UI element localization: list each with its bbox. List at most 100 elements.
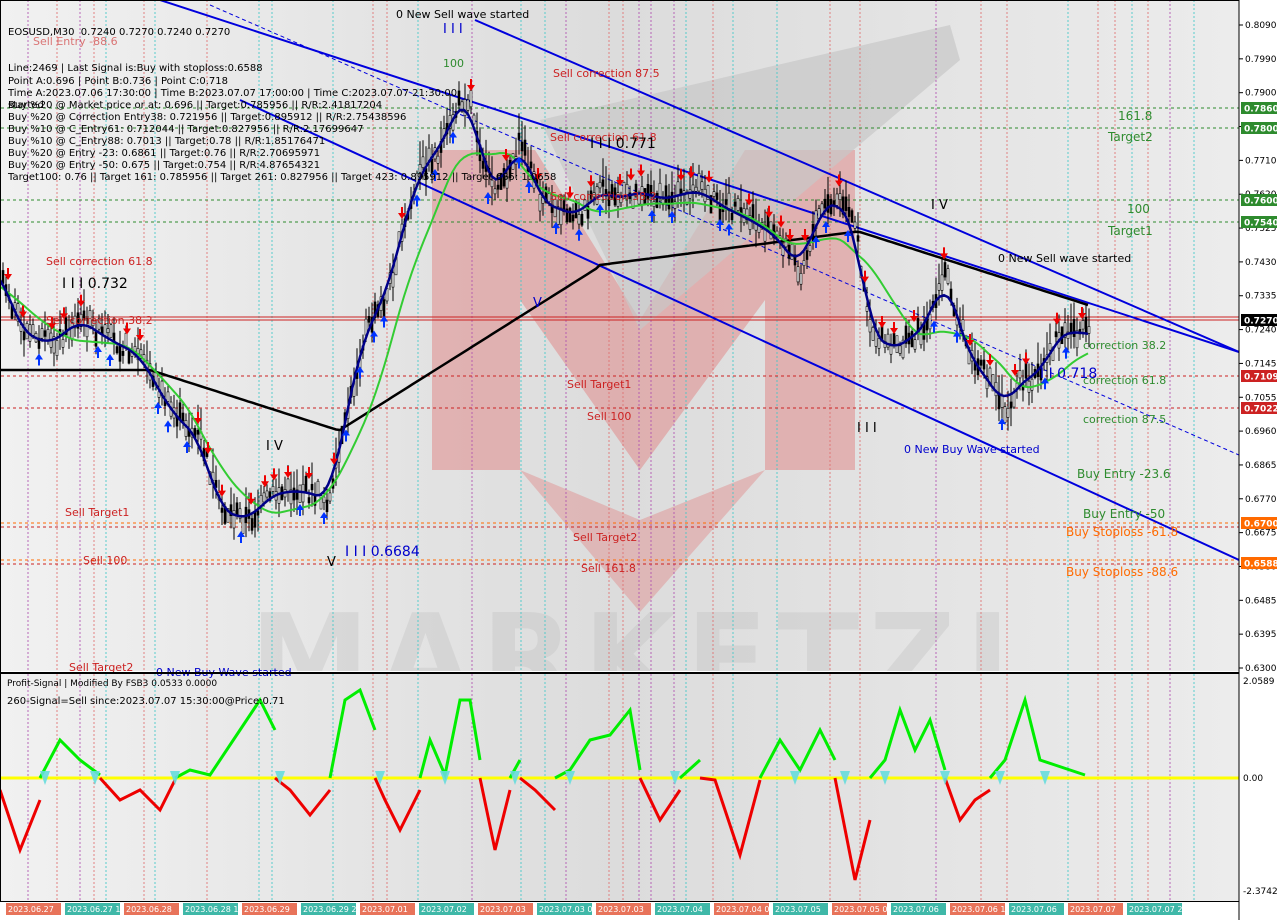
- time-label: 2023.07.06: [893, 905, 939, 914]
- candle-body: [982, 359, 986, 370]
- candle-body: [382, 299, 386, 317]
- info-line: Buy %20 @ Entry -50: 0.675 || Target:0.7…: [8, 160, 321, 172]
- buy-stoploss-618-label: Buy Stoploss -61.8: [1066, 525, 1178, 539]
- candle-body: [232, 510, 236, 529]
- oscillator-title: Profit-Signal | Modified By FSB3 0.0533 …: [7, 679, 217, 689]
- candle-body: [241, 515, 245, 534]
- candle-body: [802, 260, 806, 266]
- candle-body: [571, 214, 575, 222]
- target2-label: Target2: [1107, 130, 1153, 144]
- candle-body: [322, 496, 326, 503]
- price-badge-label: 0.7109: [1244, 373, 1279, 383]
- candle-body: [898, 345, 902, 354]
- target-1618-label: 161.8: [1118, 109, 1152, 123]
- candle-body: [850, 210, 854, 223]
- candle-body: [496, 184, 500, 190]
- osc-tick-label: -2.3742: [1243, 887, 1278, 897]
- info-line: Line:2469 | Last Signal is:Buy with stop…: [8, 63, 263, 75]
- osc-tick-label: 2.0589: [1243, 677, 1275, 687]
- candle-body: [715, 192, 719, 200]
- wave-label-06684: I I I 0.6684: [345, 544, 420, 560]
- wave-label-0732: I I I 0.732: [62, 276, 128, 292]
- candle-body: [121, 351, 125, 356]
- label-v-mid: V: [533, 296, 542, 311]
- candle-body: [265, 490, 269, 498]
- candle-body: [1, 270, 5, 284]
- candle-body: [46, 328, 50, 342]
- candle-body: [697, 172, 701, 192]
- candle-body: [790, 243, 794, 260]
- time-label: 2023.07.07 23:00: [1129, 905, 1200, 914]
- candle-body: [844, 196, 848, 211]
- candle-body: [805, 250, 809, 260]
- price-badge-label: 0.7540: [1244, 219, 1279, 229]
- candle-body: [865, 306, 869, 312]
- candle-body: [304, 475, 308, 492]
- candle-body: [808, 245, 812, 252]
- sell-correction-382-top-label: Sell correction 38.2: [550, 190, 657, 203]
- candle-body: [1048, 343, 1052, 351]
- candle-body: [736, 198, 740, 211]
- info-line: Buy %20 @ Entry -23: 0.6861 || Target:0.…: [8, 148, 321, 160]
- candle-body: [694, 186, 698, 192]
- price-badge-label: 0.7270: [1244, 317, 1279, 327]
- candle-body: [946, 268, 950, 284]
- osc-tick-label: 0.00: [1243, 774, 1263, 784]
- candle-body: [1000, 394, 1004, 408]
- candle-body: [679, 188, 683, 195]
- candle-body: [262, 492, 266, 503]
- candle-body: [871, 327, 875, 341]
- candle-body: [31, 324, 35, 336]
- candle-body: [1084, 317, 1088, 333]
- candle-body: [838, 193, 842, 200]
- time-axis[interactable]: 2023.06.27 2023.06.27 17:002023.06.28 2023…: [6, 903, 1200, 915]
- buy-stoploss-886-label: Buy Stoploss -88.6: [1066, 565, 1178, 579]
- correction-875-label: correction 87.5: [1083, 413, 1166, 426]
- buy-wave-right-label: 0 New Buy Wave started: [904, 443, 1040, 456]
- wave-label-0771: I I I 0.771: [590, 136, 656, 152]
- sell-correction-382-left-label: Sell correction 38.2: [46, 314, 153, 327]
- candle-body: [796, 266, 800, 283]
- price-axis[interactable]: 0.80900.79900.79000.78050.77100.76200.75…: [1238, 0, 1280, 920]
- correction-382-label: correction 38.2: [1083, 339, 1166, 352]
- time-label: 2023.07.05: [775, 905, 821, 914]
- candle-body: [115, 346, 119, 354]
- correction-618-label: correction 61.8: [1083, 374, 1166, 387]
- price-tick-label: 0.7710: [1245, 156, 1277, 166]
- price-tick-label: 0.6485: [1245, 596, 1277, 606]
- candle-body: [676, 181, 680, 196]
- price-tick-label: 0.6675: [1245, 529, 1277, 539]
- label-iii-right: I I I: [857, 421, 877, 436]
- candle-body: [700, 181, 704, 190]
- label-iv-left: I V: [266, 439, 283, 454]
- price-tick-label: 0.6300: [1245, 664, 1277, 674]
- price-badge-label: 0.7800: [1244, 125, 1279, 135]
- label-v-left: V: [327, 555, 336, 570]
- oscillator-signal-text: 260-Signal=Sell since:2023.07.07 15:30:0…: [7, 696, 285, 707]
- candle-body: [367, 316, 371, 323]
- time-label: 2023.07.07: [1070, 905, 1116, 914]
- info-panel: EOSUSD,M30 0.7240 0.7270 0.7240 0.7270 L…: [8, 3, 556, 183]
- price-badge-label: 0.7860: [1244, 105, 1279, 115]
- candle-body: [286, 478, 290, 493]
- candle-body: [979, 359, 983, 366]
- candle-body: [298, 484, 302, 504]
- candle-body: [1087, 326, 1091, 334]
- sell-100-left-label: Sell 100: [83, 554, 127, 567]
- candle-body: [919, 328, 923, 346]
- buy-entry-236-label: Buy Entry -23.6: [1077, 467, 1171, 481]
- symbol-line: EOSUSD,M30 0.7240 0.7270 0.7240 0.7270: [8, 27, 231, 39]
- price-badge-label: 0.7600: [1244, 197, 1279, 207]
- price-tick-label: 0.7900: [1245, 89, 1277, 99]
- candle-body: [598, 181, 602, 189]
- time-label: 2023.07.02: [421, 905, 467, 914]
- candle-body: [577, 214, 581, 225]
- candle-body: [724, 199, 728, 205]
- sell-target2-mid-label: Sell Target2: [573, 531, 637, 544]
- candle-body: [835, 193, 839, 206]
- candle-body: [271, 486, 275, 492]
- price-tick-label: 0.7990: [1245, 55, 1277, 65]
- candle-body: [718, 203, 722, 222]
- candle-body: [106, 328, 110, 333]
- info-line: Buy %20 @ Correction Entry38: 0.721956 |…: [8, 111, 407, 123]
